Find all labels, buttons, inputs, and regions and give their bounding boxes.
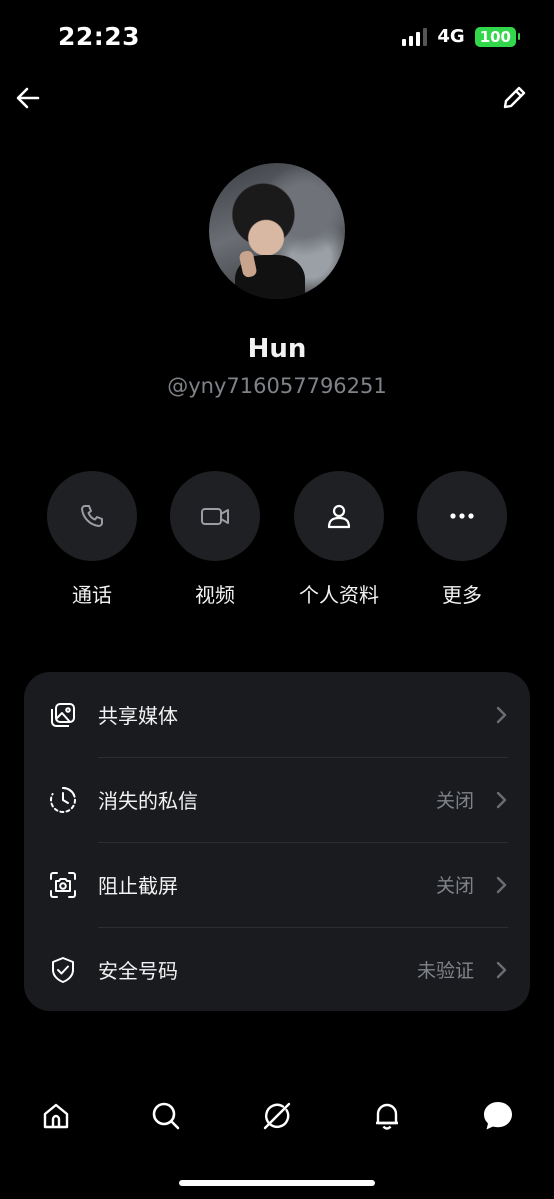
profile-screen: 22:23 4G 100 Hun @yny716057796251 通话 视频 … [0, 0, 554, 1199]
more-button-circle[interactable] [417, 471, 507, 561]
status-indicators: 4G 100 [402, 26, 521, 47]
disappearing-messages-value: 关闭 [435, 790, 474, 812]
chevron-right-icon [494, 875, 508, 895]
battery-icon: 100 [474, 26, 521, 47]
settings-card: 共享媒体 消失的私信 关闭 阻止截屏 关闭 安全号码 未验证 [24, 672, 530, 1011]
person-icon [327, 504, 351, 529]
call-label: 通话 [72, 583, 112, 607]
avatar[interactable] [209, 163, 345, 299]
home-icon [43, 1103, 69, 1129]
video-label: 视频 [195, 583, 235, 607]
block-screenshots-row[interactable]: 阻止截屏 关闭 [24, 842, 530, 927]
media-icon [48, 700, 78, 730]
timer-icon [48, 785, 78, 815]
video-button[interactable]: 视频 [170, 471, 260, 608]
profile-handle: @yny716057796251 [167, 374, 387, 398]
phone-icon [81, 505, 103, 527]
safety-number-value: 未验证 [416, 960, 474, 982]
block-screenshots-title: 阻止截屏 [98, 874, 178, 898]
block-screenshots-value: 关闭 [435, 875, 474, 897]
call-button[interactable]: 通话 [47, 471, 137, 608]
screenshot-icon [48, 870, 78, 900]
grok-icon [263, 1102, 291, 1130]
shared-media-title: 共享媒体 [98, 704, 178, 728]
network-label: 4G [437, 26, 465, 47]
pencil-icon [503, 86, 526, 109]
search-icon [152, 1102, 180, 1130]
tab-bar [0, 1094, 554, 1138]
chevron-right-icon [494, 705, 508, 725]
disappearing-messages-row[interactable]: 消失的私信 关闭 [24, 757, 530, 842]
more-icon [450, 513, 474, 519]
video-icon [201, 508, 229, 525]
more-label: 更多 [442, 583, 482, 607]
home-indicator[interactable] [179, 1180, 375, 1186]
shared-media-row[interactable]: 共享媒体 [24, 672, 530, 757]
edit-button[interactable] [496, 80, 532, 116]
back-button[interactable] [10, 80, 46, 116]
profile-label: 个人资料 [299, 583, 379, 607]
tab-search[interactable] [144, 1094, 188, 1138]
signal-icon [402, 27, 428, 46]
video-button-circle[interactable] [170, 471, 260, 561]
status-time: 22:23 [58, 22, 141, 51]
chevron-right-icon [494, 960, 508, 980]
call-button-circle[interactable] [47, 471, 137, 561]
arrow-left-icon [16, 87, 40, 109]
profile-button[interactable]: 个人资料 [294, 471, 384, 608]
profile-button-circle[interactable] [294, 471, 384, 561]
tab-grok[interactable] [255, 1094, 299, 1138]
safety-number-title: 安全号码 [98, 959, 178, 983]
more-button[interactable]: 更多 [417, 471, 507, 608]
messages-icon [484, 1102, 512, 1130]
tab-notifications[interactable] [365, 1094, 409, 1138]
notifications-icon [376, 1103, 398, 1130]
profile-name: Hun [247, 334, 307, 364]
safety-number-row[interactable]: 安全号码 未验证 [24, 927, 530, 1012]
disappearing-messages-title: 消失的私信 [98, 789, 198, 813]
shield-icon [48, 955, 78, 985]
tab-messages[interactable] [476, 1094, 520, 1138]
tab-home[interactable] [34, 1094, 78, 1138]
chevron-right-icon [494, 790, 508, 810]
